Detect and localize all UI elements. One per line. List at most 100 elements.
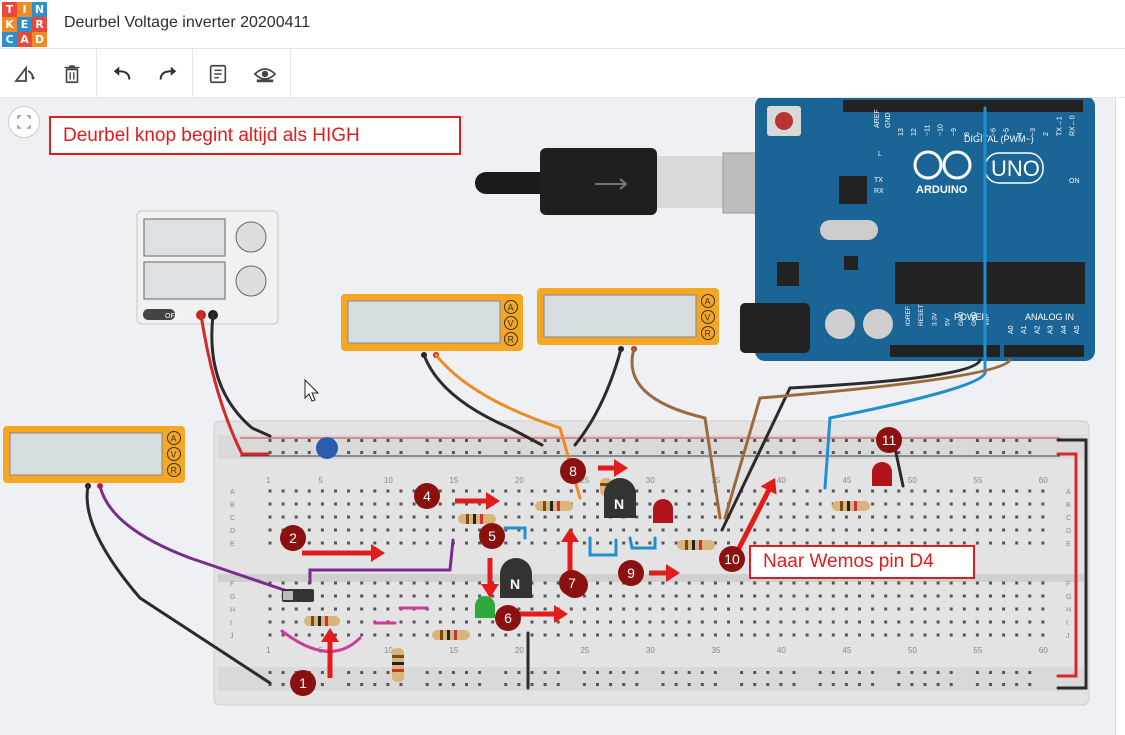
digital-pin-label: ~5 (1004, 128, 1011, 136)
resistor[interactable] (392, 648, 404, 682)
row-letter: G (230, 594, 235, 601)
digital-pin-label: TX→1 (1056, 116, 1063, 136)
mouse-cursor-icon (304, 378, 320, 402)
row-letter: C (230, 515, 235, 522)
digital-pin-label: 13 (898, 128, 905, 136)
logo-letter: E (17, 17, 32, 32)
redo-icon (159, 66, 177, 80)
digital-pin-label: 4 (1017, 132, 1024, 136)
logo-letter: R (32, 17, 47, 32)
multimeter-middle[interactable]: AVR (341, 294, 523, 358)
power-supply[interactable]: OFF (136, 210, 279, 325)
logo-letter: N (32, 2, 47, 17)
notes-button[interactable] (203, 59, 233, 89)
analog-pin-label: A1 (1021, 325, 1028, 334)
resistor[interactable] (458, 514, 496, 524)
toolbar (0, 49, 1125, 98)
row-letter: B (230, 502, 235, 509)
column-number: 1 (266, 476, 271, 485)
multimeter-mode-label: V (508, 319, 514, 329)
column-number: 55 (973, 476, 982, 485)
svg-text:ON: ON (1069, 178, 1080, 185)
svg-text:ANALOG IN: ANALOG IN (1025, 312, 1074, 322)
column-number: 1 (266, 646, 271, 655)
row-letter: J (230, 633, 234, 640)
undo-button[interactable] (107, 59, 137, 89)
resistor[interactable] (677, 540, 715, 550)
rotate-icon (14, 65, 35, 82)
step-marker-number: 1 (299, 675, 307, 691)
redo-button[interactable] (153, 59, 183, 89)
multimeter-mode-label: A (705, 297, 711, 307)
multimeter-mode-label: R (508, 335, 515, 345)
column-number: 20 (515, 646, 524, 655)
design-title[interactable]: Deurbel Voltage inverter 20200411 (64, 14, 310, 32)
red-led[interactable] (653, 499, 673, 523)
digital-pin-label: ~9 (951, 128, 958, 136)
npn-transistor[interactable]: N (500, 558, 532, 598)
resistor[interactable] (535, 501, 573, 511)
column-number: 50 (908, 476, 917, 485)
delete-button[interactable] (57, 59, 87, 89)
power-pin-label: GND (971, 311, 978, 326)
svg-text:L: L (878, 151, 882, 158)
column-number: 10 (384, 646, 393, 655)
green-led[interactable] (475, 596, 495, 618)
multimeter-right[interactable]: AVR (537, 288, 719, 352)
arduino-uno[interactable]: ARDUINO UNO DIGITAL (PWM~) POWER ANALOG … (740, 98, 1095, 361)
resistor[interactable] (304, 616, 340, 626)
svg-text:GND: GND (885, 112, 892, 128)
multimeter-left[interactable]: AVR (3, 426, 185, 489)
power-pin-label: 3.3V (931, 312, 938, 326)
step-marker-number: 8 (569, 463, 577, 479)
column-number: 15 (449, 646, 458, 655)
resistor[interactable] (832, 501, 870, 511)
rotate-button[interactable] (10, 59, 40, 89)
view-toggle-button[interactable] (250, 59, 280, 89)
column-number: 5 (318, 476, 323, 485)
row-letter: D (1066, 528, 1071, 535)
digital-pin-label: 7 (977, 132, 984, 136)
multimeter-mode-label: A (508, 303, 514, 313)
tinkercad-logo[interactable]: TINKERCAD (2, 2, 47, 47)
multimeter-mode-label: V (705, 313, 711, 323)
column-number: 40 (777, 646, 786, 655)
row-letter: I (1066, 620, 1068, 627)
analog-pin-label: A3 (1048, 325, 1055, 334)
red-led[interactable] (872, 462, 892, 486)
svg-text:RX: RX (874, 188, 884, 195)
logo-letter: I (17, 2, 32, 17)
svg-text:UNO: UNO (991, 156, 1040, 181)
components-panel-edge (1115, 98, 1125, 735)
row-letter: H (230, 607, 235, 614)
row-letter: E (1066, 541, 1071, 548)
eye-icon (253, 68, 277, 83)
capacitor[interactable] (316, 437, 338, 459)
multimeter-mode-label: R (171, 466, 178, 476)
logo-letter: C (2, 32, 17, 47)
multimeter-mode-label: V (171, 450, 177, 460)
note-wemos-pin[interactable]: Naar Wemos pin D4 (749, 545, 975, 579)
step-marker-number: 7 (568, 575, 576, 591)
analog-pin-label: A2 (1034, 325, 1041, 334)
row-letter: E (230, 541, 235, 548)
digital-pin-label: 2 (1043, 132, 1050, 136)
logo-letter: K (2, 17, 17, 32)
column-number: 15 (449, 476, 458, 485)
row-letter: I (230, 620, 232, 627)
note-high-start[interactable]: Deurbel knop begint altijd als HIGH (49, 116, 461, 155)
notes-icon (209, 64, 227, 84)
column-number: 40 (777, 476, 786, 485)
multimeter-mode-label: R (705, 329, 712, 339)
row-letter: A (1066, 489, 1071, 496)
row-letter: F (1066, 581, 1070, 588)
npn-transistor[interactable]: N (604, 478, 636, 518)
resistor[interactable] (432, 630, 470, 640)
column-number: 50 (908, 646, 917, 655)
power-pin-label: RESET (918, 304, 925, 326)
undo-icon (113, 66, 131, 80)
row-letter: J (1066, 633, 1070, 640)
svg-text:TX: TX (874, 177, 883, 184)
column-number: 45 (842, 476, 851, 485)
step-marker-number: 4 (423, 488, 431, 504)
